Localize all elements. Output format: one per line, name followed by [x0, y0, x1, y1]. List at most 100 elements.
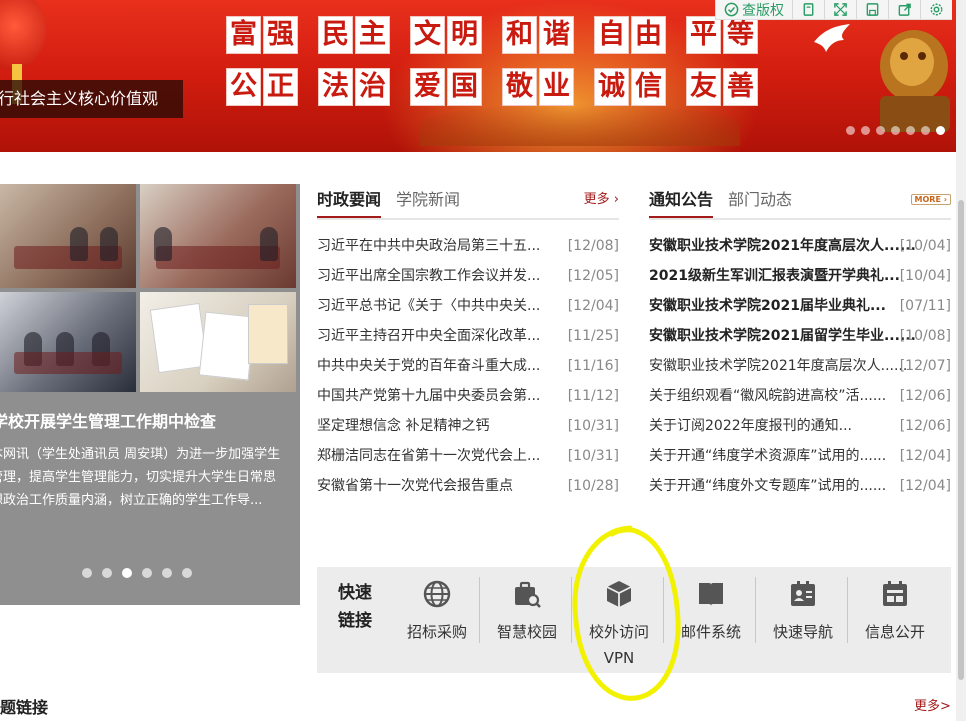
scrollbar-thumb[interactable]: [958, 200, 964, 680]
news-item-title[interactable]: 关于订阅2022年度报刊的通知...: [649, 411, 852, 441]
news-item[interactable]: 习近平出席全国宗教工作会议并发... [12/05]: [317, 261, 619, 291]
news-item[interactable]: 安徽职业技术学院2021年度高层次人...... [10/04]: [649, 231, 951, 261]
news-item-title[interactable]: 中共中央关于党的百年奋斗重大成...: [317, 351, 540, 381]
news-item-title[interactable]: 安徽职业技术学院2021年度高层次人......: [649, 231, 916, 261]
tab-politics-news[interactable]: 时政要闻: [317, 186, 382, 218]
quick-links-title: 快速 链接: [327, 579, 383, 635]
share-button[interactable]: [888, 0, 920, 19]
quick-link-info-public[interactable]: 信息公开: [847, 575, 943, 667]
photo-slide-dot[interactable]: [142, 568, 152, 578]
news-photo-meeting-2[interactable]: [140, 184, 296, 288]
quick-link-vpn[interactable]: 校外访问 VPN: [571, 575, 667, 667]
news-item-title[interactable]: 安徽职业技术学院2021年度高层次人......: [649, 351, 907, 381]
news-item[interactable]: 关于开通“纬度外文专题库”试用的...... [12/04]: [649, 471, 951, 501]
news-item-title[interactable]: 安徽职业技术学院2021届留学生毕业......: [649, 321, 916, 351]
news-photo-meeting-1[interactable]: [0, 184, 136, 288]
banner-slide-dot[interactable]: [846, 126, 855, 135]
news-item[interactable]: 安徽职业技术学院2021届留学生毕业...... [10/08]: [649, 321, 951, 351]
more-politics-link[interactable]: 更多 ›: [584, 188, 619, 207]
news-item[interactable]: 关于订阅2022年度报刊的通知... [12/06]: [649, 411, 951, 441]
quick-link-label-line: VPN: [603, 649, 635, 667]
news-item-title[interactable]: 习近平总书记《关于〈中共中央关...: [317, 291, 540, 321]
news-item-title[interactable]: 中国共产党第十九届中央委员会第...: [317, 381, 540, 411]
slogan-character: 文: [410, 16, 445, 54]
fullscreen-button[interactable]: [824, 0, 856, 19]
news-item[interactable]: 习近平总书记《关于〈中共中央关... [12/04]: [317, 291, 619, 321]
quick-link-smart-campus[interactable]: 智慧校园: [479, 575, 575, 667]
settings-button[interactable]: [920, 0, 952, 19]
slogan-character: 正: [263, 68, 298, 106]
slogan-自由: 自由: [594, 16, 668, 54]
quick-link-label: 快速导航: [755, 619, 851, 645]
news-item[interactable]: 习近平主持召开中央全面深化改革... [11/25]: [317, 321, 619, 351]
slogan-爱国: 爱国: [410, 68, 484, 106]
banner-slide-dot[interactable]: [936, 126, 945, 135]
great-wall-image: [420, 104, 740, 146]
news-item[interactable]: 2021级新生军训汇报表演暨开学典礼... [10/04]: [649, 261, 951, 291]
news-item-title[interactable]: 习近平在中共中央政治局第三十五...: [317, 231, 540, 261]
quick-link-label: 信息公开: [847, 619, 943, 645]
news-item[interactable]: 关于组织观看“徽风皖韵进高校”活...... [12/06]: [649, 381, 951, 411]
slogan-敬业: 敬业: [502, 68, 576, 106]
quick-link-divider: [755, 577, 756, 643]
news-item-title[interactable]: 习近平出席全国宗教工作会议并发...: [317, 261, 540, 291]
news-item-title[interactable]: 2021级新生军训汇报表演暨开学典礼...: [649, 261, 900, 291]
news-item-title[interactable]: 安徽省第十一次党代会报告重点: [317, 471, 513, 501]
quick-link-navigation[interactable]: 快速导航: [755, 575, 851, 667]
news-photo-documents[interactable]: [140, 292, 296, 392]
news-item-title[interactable]: 安徽职业技术学院2021届毕业典礼...: [649, 291, 886, 321]
quick-links-bar: 快速 链接 招标采购 智慧校园 校外访问 VPN 邮件系统 快速导航 信息公开: [317, 567, 951, 673]
news-item-date: [11/16]: [567, 358, 619, 374]
photo-news-panel[interactable]: 学校开展学生管理工作期中检查 本网讯（学生处通讯员 周安琪）为进一步加强学生 管…: [0, 184, 300, 605]
news-item[interactable]: 安徽职业技术学院2021届毕业典礼... [07/11]: [649, 291, 951, 321]
contact-card-icon: [791, 581, 815, 606]
more-notices-badge[interactable]: MORE ›: [910, 194, 951, 205]
news-item-title[interactable]: 关于组织观看“徽风皖韵进高校”活......: [649, 381, 886, 411]
lion-statue-image: [880, 30, 950, 132]
news-item[interactable]: 安徽职业技术学院2021年度高层次人...... [12/07]: [649, 351, 951, 381]
quick-link-divider: [479, 577, 480, 643]
slogan-character: 强: [263, 16, 298, 54]
check-copyright-button[interactable]: 查版权: [715, 0, 792, 19]
quick-link-bidding[interactable]: 招标采购: [389, 575, 485, 667]
news-item-title[interactable]: 关于开通“纬度外文专题库”试用的......: [649, 471, 886, 501]
page-scrollbar[interactable]: [956, 0, 966, 721]
news-item[interactable]: 习近平在中共中央政治局第三十五... [12/08]: [317, 231, 619, 261]
photo-slide-dot[interactable]: [182, 568, 192, 578]
news-item-title[interactable]: 郑栅洁同志在省第十一次党代会上...: [317, 441, 540, 471]
news-item-title[interactable]: 习近平主持召开中央全面深化改革...: [317, 321, 540, 351]
news-item[interactable]: 中共中央关于党的百年奋斗重大成... [11/16]: [317, 351, 619, 381]
photo-person: [70, 226, 88, 261]
banner-slide-dot[interactable]: [891, 126, 900, 135]
photo-slide-dot[interactable]: [102, 568, 112, 578]
tab-department-news[interactable]: 部门动态: [728, 186, 792, 210]
banner-slide-dot[interactable]: [861, 126, 870, 135]
save-button[interactable]: [856, 0, 888, 19]
quick-link-mail[interactable]: 邮件系统: [663, 575, 759, 667]
photo-slide-dot[interactable]: [162, 568, 172, 578]
photo-slide-dot[interactable]: [82, 568, 92, 578]
tab-college-news[interactable]: 学院新闻: [396, 186, 460, 210]
news-item[interactable]: 郑栅洁同志在省第十一次党代会上... [10/31]: [317, 441, 619, 471]
news-item[interactable]: 中国共产党第十九届中央委员会第... [11/12]: [317, 381, 619, 411]
photo-document: [248, 304, 288, 364]
news-item[interactable]: 安徽省第十一次党代会报告重点 [10/28]: [317, 471, 619, 501]
news-photo-students[interactable]: [0, 292, 136, 392]
slogan-character: 自: [594, 16, 629, 54]
news-item-date: [12/04]: [899, 448, 951, 464]
banner-slide-dot[interactable]: [876, 126, 885, 135]
copy-button[interactable]: [792, 0, 824, 19]
news-item-date: [11/25]: [567, 328, 619, 344]
news-item[interactable]: 坚定理想信念 补足精神之钙 [10/31]: [317, 411, 619, 441]
quick-link-label: 校外访问 VPN: [571, 619, 667, 671]
news-item-title[interactable]: 坚定理想信念 补足精神之钙: [317, 411, 489, 441]
slogan-character: 敬: [502, 68, 537, 106]
banner-slide-dot[interactable]: [906, 126, 915, 135]
news-item[interactable]: 关于开通“纬度学术资源库”试用的...... [12/04]: [649, 441, 951, 471]
photo-slide-dot[interactable]: [122, 568, 132, 578]
banner-slide-dot[interactable]: [921, 126, 930, 135]
photo-news-title[interactable]: 学校开展学生管理工作期中检查: [0, 408, 300, 432]
news-item-title[interactable]: 关于开通“纬度学术资源库”试用的......: [649, 441, 886, 471]
more-links-link[interactable]: 更多>: [914, 695, 951, 714]
tab-notices[interactable]: 通知公告: [649, 186, 714, 218]
